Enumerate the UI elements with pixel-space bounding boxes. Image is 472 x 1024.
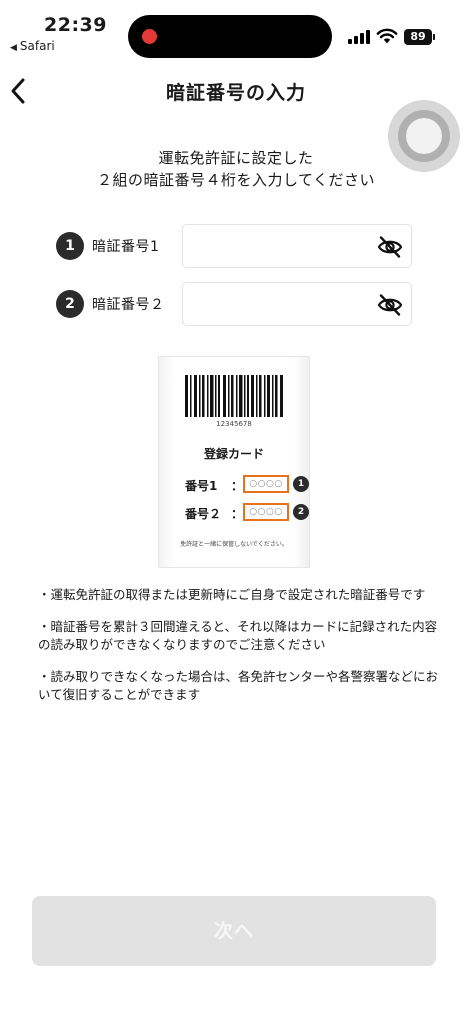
pin-label-1: 暗証番号1 [92,239,160,255]
card-row-colon: ： [231,479,244,493]
cellular-signal-icon [348,30,370,44]
wifi-icon [376,28,398,44]
card-row-label: 番号２ [185,507,222,521]
note-item: ・暗証番号を累計３回間違えると、それ以降はカードに記録された内容の読み取りができ… [38,619,438,652]
card-row-badge: 2 [293,504,309,520]
back-app-label: Safari [19,39,55,53]
card-row-digits: ○○○○ [243,503,289,521]
pin-input-2[interactable] [182,282,412,326]
pin-label-2: 暗証番号２ [92,297,165,313]
notes-section: ・運転免許証の取得または更新時にご自身で設定された暗証番号です ・暗証番号を累計… [38,586,438,718]
card-row-badge: 1 [293,476,309,492]
back-to-app-link[interactable]: ◀ Safari [10,39,55,53]
battery-icon: 89 [404,29,435,45]
card-row-colon: ： [231,507,244,521]
page-title: 暗証番号の入力 [165,82,306,104]
card-note: 免許証と一緒に保管しないでください。 [180,541,288,548]
recording-indicator-icon [142,29,157,44]
battery-level: 89 [410,30,426,43]
card-title: 登録カード [203,447,264,461]
note-item: ・読み取りできなくなった場合は、各免許センターや各警察署などにおいて復旧すること… [38,669,439,702]
card-row-label: 番号1 [185,479,218,493]
pin-row-2: 2 暗証番号２ [54,282,414,326]
eye-off-icon[interactable] [377,235,403,259]
instruction-text: 運転免許証に設定した ２組の暗証番号４桁を入力してください [0,147,472,191]
next-button[interactable]: 次へ [32,896,436,966]
barcode-number: 12345678 [216,420,252,428]
pin-number-badge: 1 [56,232,84,260]
dynamic-island [128,15,332,58]
pin-number-badge: 2 [56,290,84,318]
card-row-digits: ○○○○ [243,475,289,493]
instruction-line-2: ２組の暗証番号４桁を入力してください [96,171,376,189]
note-item: ・運転免許証の取得または更新時にご自身で設定された暗証番号です [38,587,426,602]
registration-card-illustration: 12345678 登録カード 番号1 ： ○○○○ 1 番号２ ： ○○○○ 2… [158,356,310,568]
status-time: 22:39 [44,14,107,36]
status-bar: 22:39 ◀ Safari 89 [0,0,472,62]
pin-row-1: 1 暗証番号1 [54,224,414,268]
instruction-line-1: 運転免許証に設定した [158,149,314,167]
nav-header: 暗証番号の入力 [0,68,472,112]
barcode-image [185,375,283,417]
back-triangle-icon: ◀ [10,43,17,53]
eye-off-icon[interactable] [377,293,403,317]
pin-input-1[interactable] [182,224,412,268]
